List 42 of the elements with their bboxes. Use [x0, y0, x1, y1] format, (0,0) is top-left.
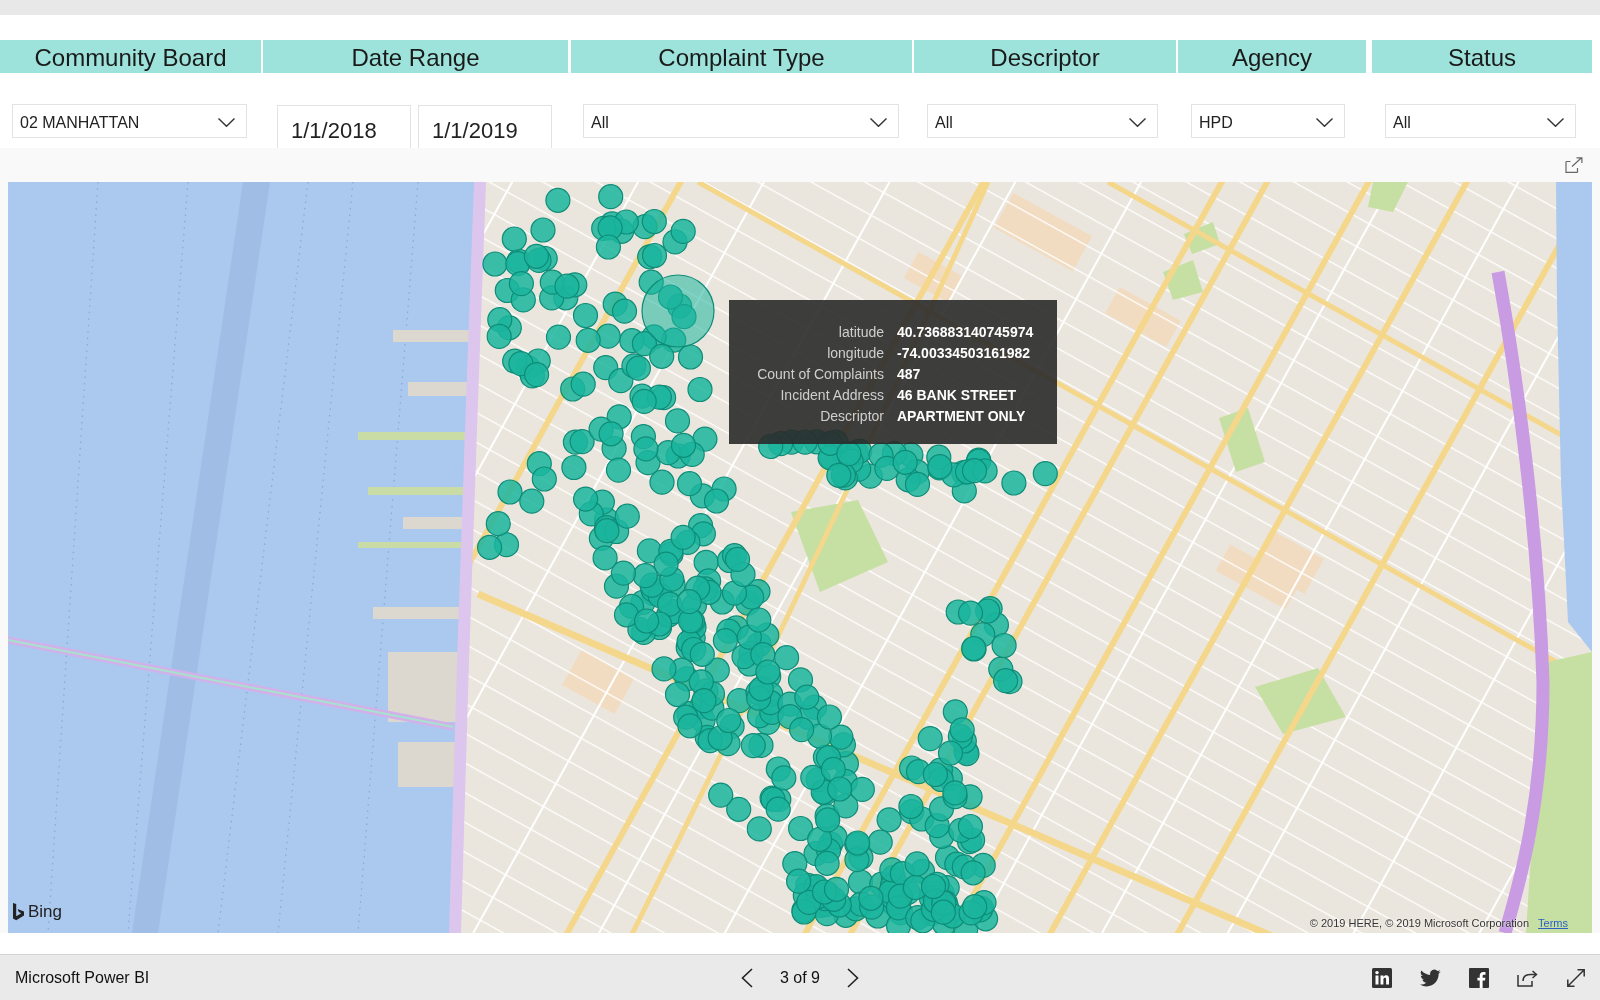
dropdown[interactable]: HPD: [1191, 104, 1345, 138]
dropdown[interactable]: All: [927, 104, 1158, 138]
filter-header: Complaint Type: [571, 40, 912, 73]
chevron-down-icon: [870, 118, 887, 127]
date-field[interactable]: 1/1/2018: [277, 105, 411, 148]
linkedin-icon[interactable]: [1372, 967, 1392, 988]
share-icon[interactable]: [1517, 968, 1538, 987]
date-field[interactable]: 1/1/2019: [418, 105, 552, 148]
fullscreen-icon[interactable]: [1566, 967, 1586, 988]
chevron-down-icon: [218, 118, 235, 127]
terms-link[interactable]: Terms: [1538, 916, 1568, 930]
tooltip-label: latitude: [837, 323, 884, 342]
chevron-down-icon: [1547, 118, 1564, 127]
chevron-down-icon: [1129, 118, 1146, 127]
tooltip-label: longitude: [826, 344, 884, 363]
filter-header: Date Range: [263, 40, 568, 73]
map-attribution: © 2019 HERE, © 2019 Microsoft Corporation: [1309, 916, 1530, 930]
filter-header: Descriptor: [914, 40, 1176, 73]
tooltip-label: Incident Address: [779, 386, 884, 405]
facebook-icon[interactable]: [1469, 967, 1489, 988]
tooltip-value: -74.00334503161982: [897, 344, 1031, 363]
chevron-left-icon[interactable]: [741, 967, 753, 988]
dropdown[interactable]: All: [583, 104, 899, 138]
tooltip-value: 40.736883140745974: [897, 323, 1034, 342]
tooltip-value: 46 BANK STREET: [897, 386, 1017, 405]
page-indicator: 3 of 9: [778, 967, 821, 988]
focus-mode-icon[interactable]: [1565, 157, 1583, 173]
tooltip-label: Descriptor: [819, 407, 884, 426]
tooltip-value: APARTMENT ONLY: [897, 407, 1026, 426]
chevron-down-icon: [1316, 118, 1333, 127]
bird-icon[interactable]: [1420, 968, 1441, 987]
logo-icon: [13, 903, 24, 921]
chevron-right-icon[interactable]: [847, 967, 859, 988]
filter-header: Agency: [1178, 40, 1366, 73]
filter-header: Community Board: [0, 40, 261, 73]
tooltip-value: 487: [897, 365, 921, 384]
dropdown[interactable]: All: [1385, 104, 1576, 138]
brand-name: Microsoft Power BI: [15, 968, 150, 986]
filter-header: Status: [1372, 40, 1592, 73]
logo-text: Bing: [28, 902, 63, 922]
tooltip-label: Count of Complaints: [756, 365, 884, 384]
dropdown[interactable]: 02 MANHATTAN: [12, 104, 247, 138]
